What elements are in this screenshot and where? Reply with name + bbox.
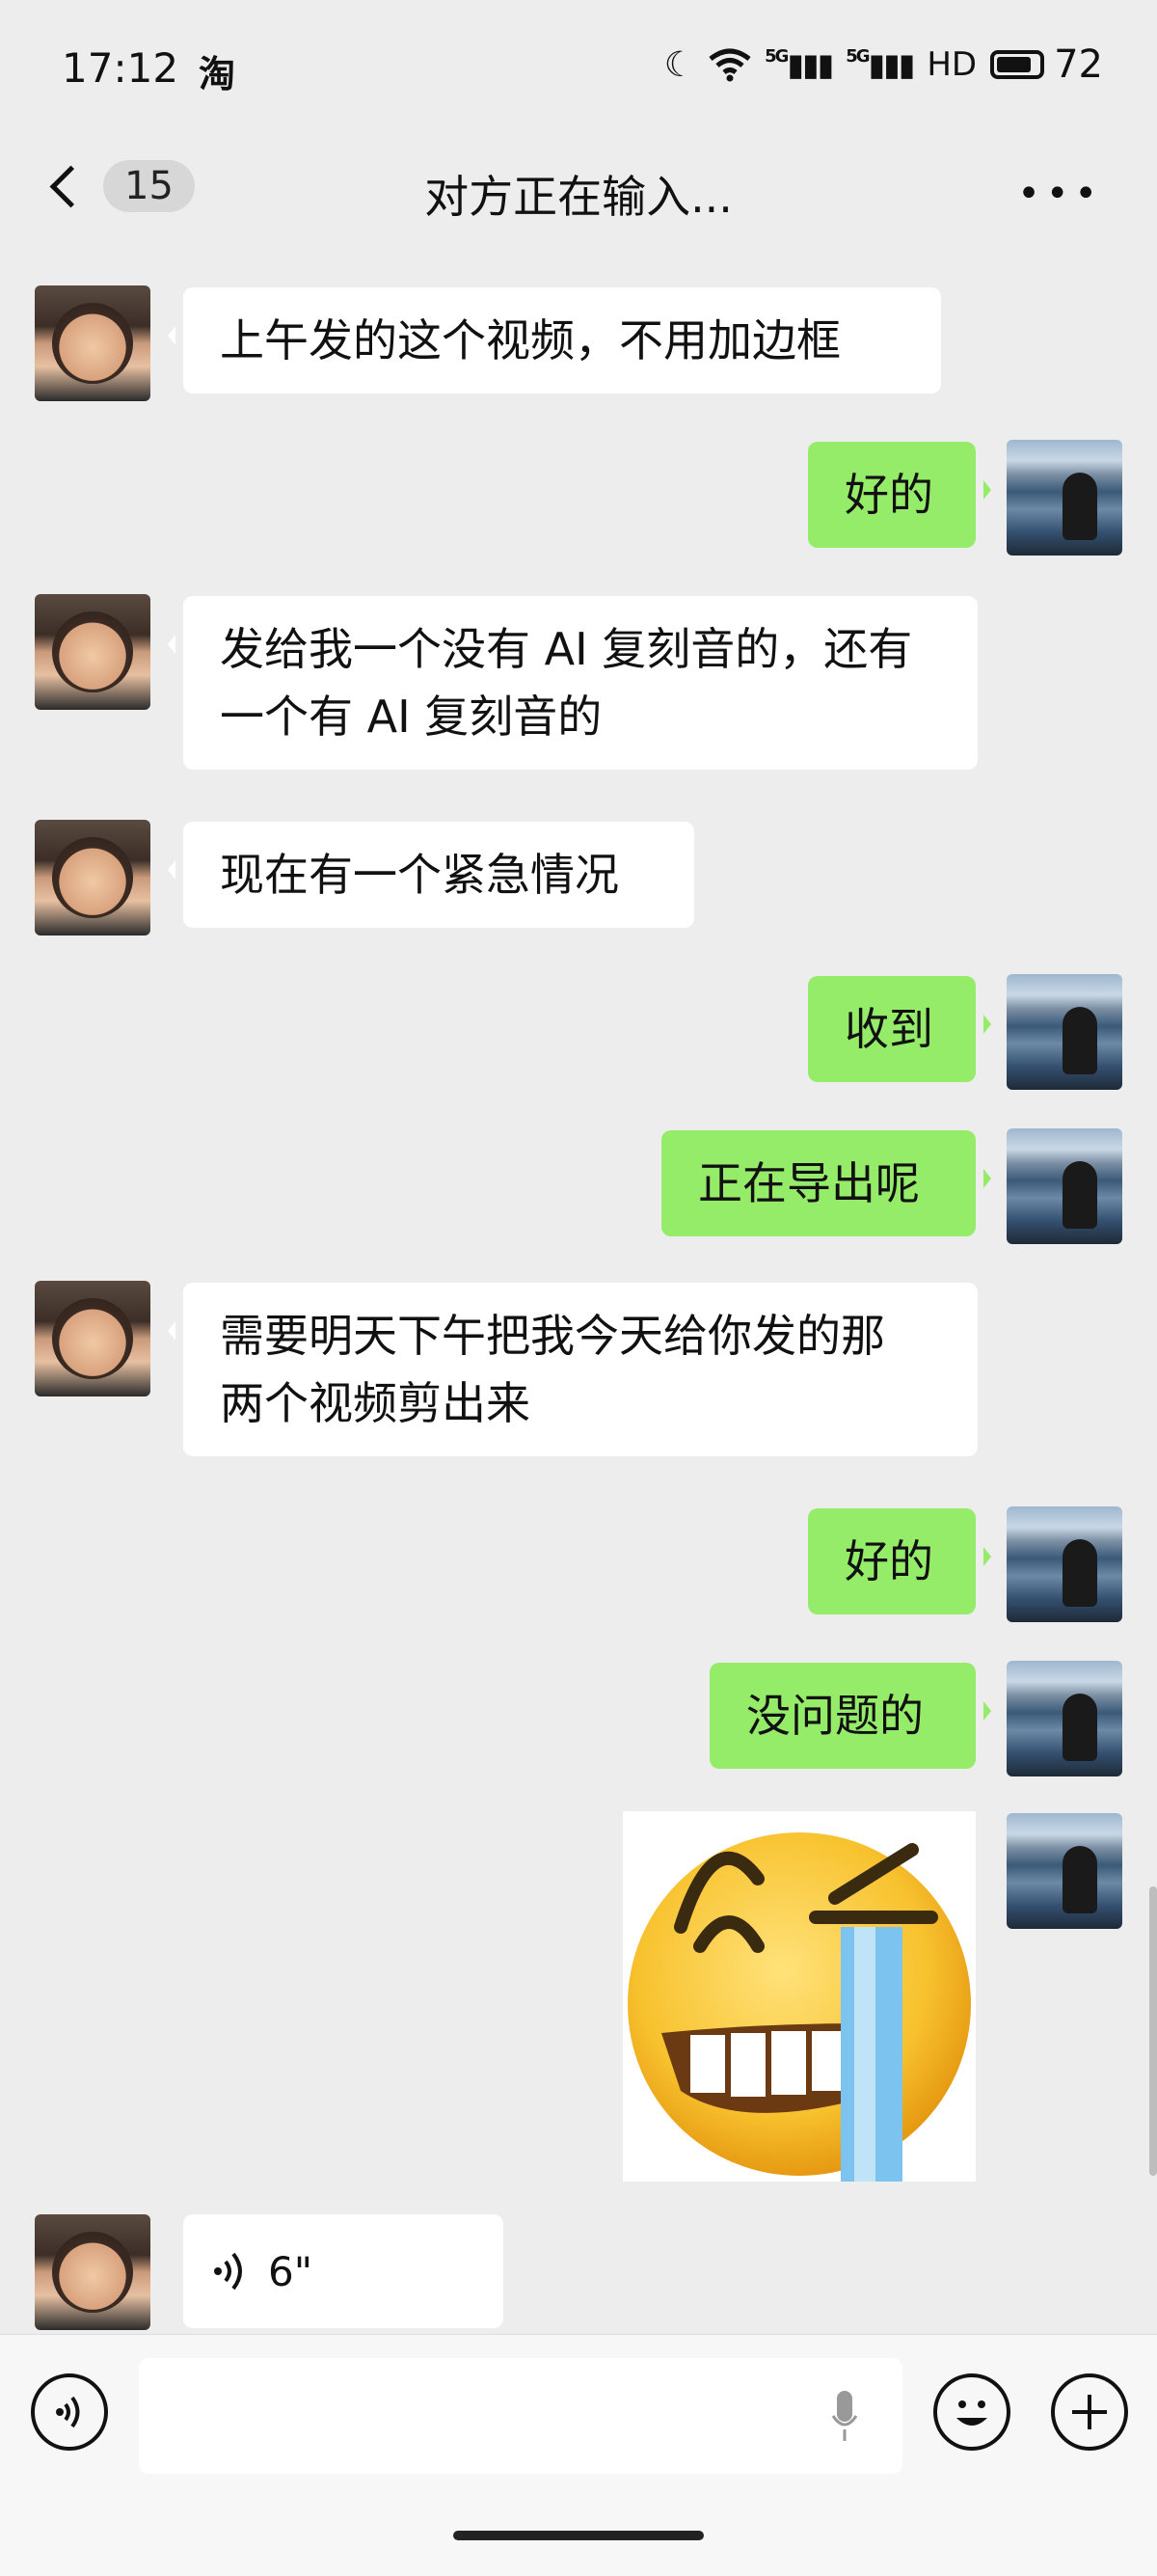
contact-avatar[interactable] xyxy=(35,285,150,401)
outgoing-message[interactable]: 没问题的 xyxy=(710,1663,991,1769)
incoming-message[interactable]: 现在有一个紧急情况 xyxy=(168,822,694,928)
hd-icon: HD xyxy=(927,45,978,84)
outgoing-message[interactable]: 正在导出呢 xyxy=(661,1130,991,1236)
signal-5g-2-icon: 5G▮▮▮ xyxy=(846,46,915,83)
voice-message[interactable]: 6" xyxy=(183,2214,503,2328)
chat-header: 15 对方正在输入... ••• xyxy=(0,135,1157,251)
my-avatar[interactable] xyxy=(1007,974,1122,1090)
incoming-message[interactable]: 上午发的这个视频，不用加边框 xyxy=(168,287,941,393)
chat-title: 对方正在输入... xyxy=(424,171,733,223)
do-not-disturb-moon-icon: ☾ xyxy=(663,44,696,85)
microphone-icon[interactable] xyxy=(831,2389,858,2445)
voice-duration: 6" xyxy=(268,2247,313,2295)
emoji-button[interactable] xyxy=(933,2373,1010,2451)
my-avatar[interactable] xyxy=(1007,1506,1122,1622)
smiley-face-icon xyxy=(956,2400,987,2426)
my-avatar[interactable] xyxy=(1007,1128,1122,1244)
battery-icon: 72 xyxy=(990,42,1103,87)
taobao-notification-icon: 淘 xyxy=(199,53,236,95)
outgoing-message[interactable]: 好的 xyxy=(808,442,991,548)
incoming-message[interactable]: 发给我一个没有 AI 复刻音的，还有 一个有 AI 复刻音的 xyxy=(168,596,978,770)
more-options-icon[interactable]: ••• xyxy=(1017,172,1103,216)
my-avatar[interactable] xyxy=(1007,1661,1122,1776)
contact-avatar[interactable] xyxy=(35,820,150,935)
add-more-button[interactable] xyxy=(1051,2373,1128,2451)
outgoing-message[interactable]: 好的 xyxy=(808,1508,991,1614)
message-input[interactable] xyxy=(139,2358,902,2474)
incoming-message[interactable]: 需要明天下午把我今天给你发的那 两个视频剪出来 xyxy=(168,1283,978,1456)
status-icons: ☾ 5G▮▮▮ 5G▮▮▮ HD 72 xyxy=(664,42,1103,87)
status-bar: 17:12 淘 ☾ 5G▮▮▮ 5G▮▮▮ HD 72 xyxy=(0,0,1157,135)
wifi-icon xyxy=(709,48,751,82)
my-avatar[interactable] xyxy=(1007,1813,1122,1929)
sticker-message[interactable] xyxy=(623,1811,976,2182)
home-indicator[interactable] xyxy=(453,2531,704,2540)
plus-icon xyxy=(1072,2395,1107,2429)
voice-wave-icon xyxy=(56,2396,80,2428)
grin-crying-emoji-icon xyxy=(628,1832,971,2182)
signal-5g-1-icon: 5G▮▮▮ xyxy=(765,46,834,83)
voice-wave-icon xyxy=(214,2252,242,2291)
voice-input-toggle-button[interactable] xyxy=(31,2373,108,2451)
outgoing-message[interactable]: 收到 xyxy=(808,976,991,1082)
contact-avatar[interactable] xyxy=(35,594,150,710)
contact-avatar[interactable] xyxy=(35,2214,150,2330)
battery-level: 72 xyxy=(1054,42,1103,87)
my-avatar[interactable] xyxy=(1007,440,1122,556)
contact-avatar[interactable] xyxy=(35,1281,150,1396)
status-time: 17:12 xyxy=(62,44,179,92)
scrollbar[interactable] xyxy=(1149,1886,1157,2176)
